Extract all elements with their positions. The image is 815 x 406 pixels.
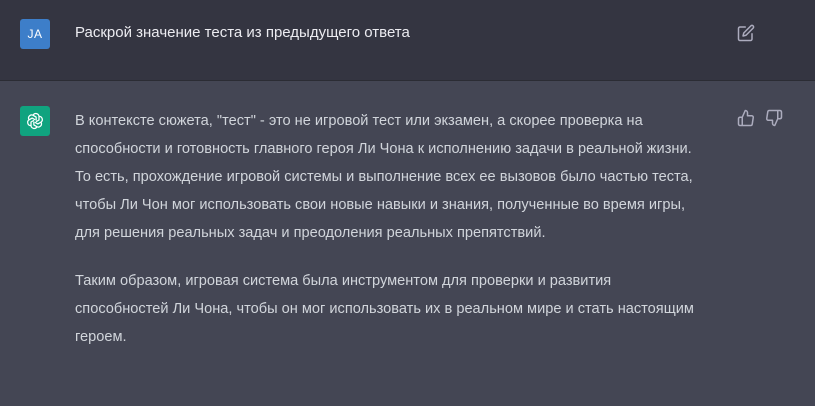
- thumbs-up-icon[interactable]: [737, 109, 755, 127]
- user-message-row: JA Раскрой значение теста из предыдущего…: [0, 0, 815, 81]
- user-avatar: JA: [20, 19, 50, 49]
- openai-logo-icon: [20, 106, 50, 136]
- answer-paragraph: В контексте сюжета, "тест" - это не игро…: [75, 113, 693, 241]
- edit-icon[interactable]: [737, 24, 755, 42]
- answer-paragraph: Таким образом, игровая система была инст…: [75, 273, 694, 345]
- user-message-text: Раскрой значение теста из предыдущего от…: [75, 24, 410, 41]
- assistant-message-row: В контексте сюжета, "тест" - это не игро…: [0, 81, 815, 406]
- assistant-message-text: В контексте сюжета, "тест" - это не игро…: [75, 107, 705, 351]
- thumbs-down-icon[interactable]: [765, 109, 783, 127]
